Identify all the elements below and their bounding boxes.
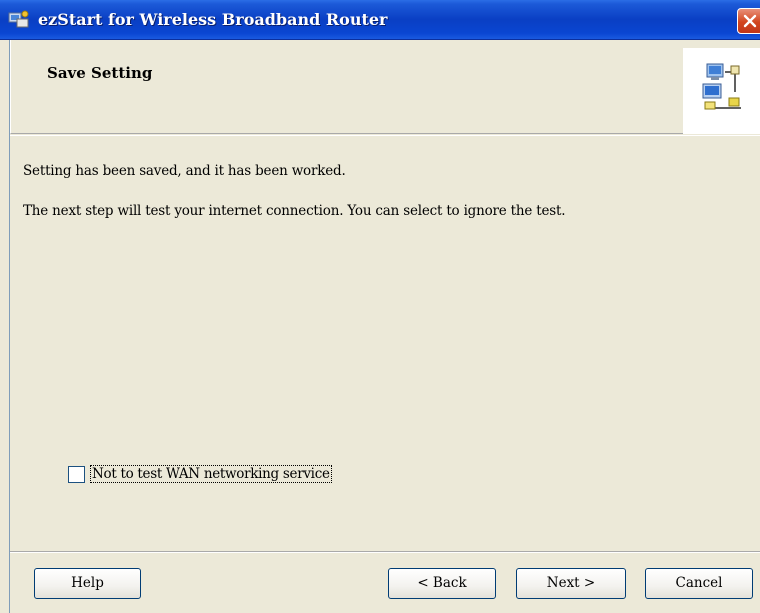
close-button[interactable]	[737, 8, 760, 34]
info-message: The next step will test your internet co…	[23, 203, 566, 219]
close-icon	[743, 14, 757, 28]
header-divider	[10, 135, 760, 136]
footer-divider	[10, 551, 760, 553]
status-message: Setting has been saved, and it has been …	[23, 163, 346, 179]
back-button[interactable]: < Back	[388, 568, 496, 599]
network-computers-icon	[702, 63, 741, 110]
title-bar[interactable]: ezStart for Wireless Broadband Router	[0, 0, 760, 40]
page-title: Save Setting	[47, 64, 153, 82]
skip-test-label[interactable]: Not to test WAN networking service	[90, 465, 332, 483]
skip-test-checkbox[interactable]	[68, 466, 85, 483]
header-logo	[683, 48, 760, 134]
window-title: ezStart for Wireless Broadband Router	[38, 10, 388, 29]
app-icon	[8, 10, 30, 30]
next-button[interactable]: Next >	[516, 568, 626, 599]
help-button[interactable]: Help	[34, 568, 141, 599]
wizard-header: Save Setting	[10, 40, 760, 134]
cancel-button[interactable]: Cancel	[645, 568, 753, 599]
wizard-window: ezStart for Wireless Broadband Router Sa…	[0, 0, 760, 613]
